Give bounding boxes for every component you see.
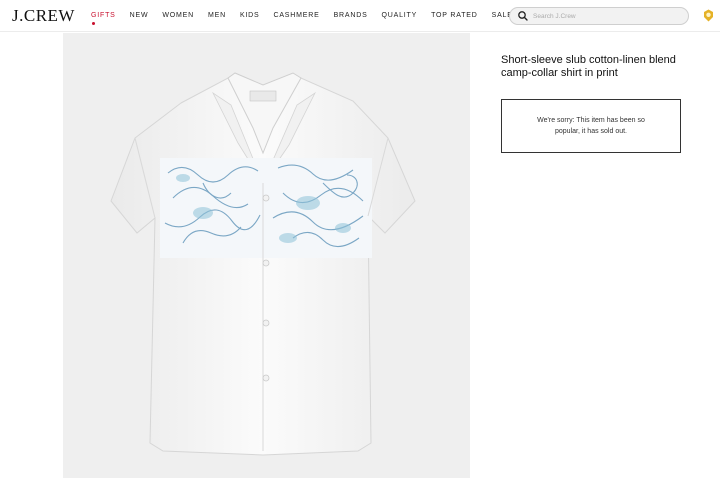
brand-logo[interactable]: J.CREW: [12, 6, 75, 26]
main-nav: GIFTS NEW WOMEN MEN KIDS CASHMERE BRANDS…: [91, 12, 527, 24]
nav-item-brands[interactable]: BRANDS: [334, 12, 368, 24]
shirt-illustration: [110, 72, 416, 456]
nav-item-kids[interactable]: KIDS: [240, 12, 260, 24]
product-title: Short-sleeve slub cotton-linen blend cam…: [501, 54, 676, 79]
search-icon[interactable]: [516, 9, 530, 23]
search-bar[interactable]: [509, 7, 689, 25]
nav-item-top-rated[interactable]: TOP RATED: [431, 12, 478, 24]
nav-item-quality[interactable]: QUALITY: [382, 12, 418, 24]
soldout-message: We're sorry: This item has been so popul…: [537, 117, 645, 135]
gifts-indicator-dot: [92, 22, 95, 25]
soldout-notice: We're sorry: This item has been so popul…: [501, 99, 681, 153]
rewards-badge-icon[interactable]: [703, 9, 714, 22]
nav-item-cashmere[interactable]: CASHMERE: [273, 12, 319, 24]
nav-item-women[interactable]: WOMEN: [162, 12, 194, 24]
site-header: J.CREW GIFTS NEW WOMEN MEN KIDS CASHMERE…: [0, 0, 720, 32]
search-input[interactable]: [533, 12, 683, 20]
nav-item-new[interactable]: NEW: [130, 12, 149, 24]
nav-item-men[interactable]: MEN: [208, 12, 226, 24]
product-image[interactable]: [63, 33, 470, 478]
